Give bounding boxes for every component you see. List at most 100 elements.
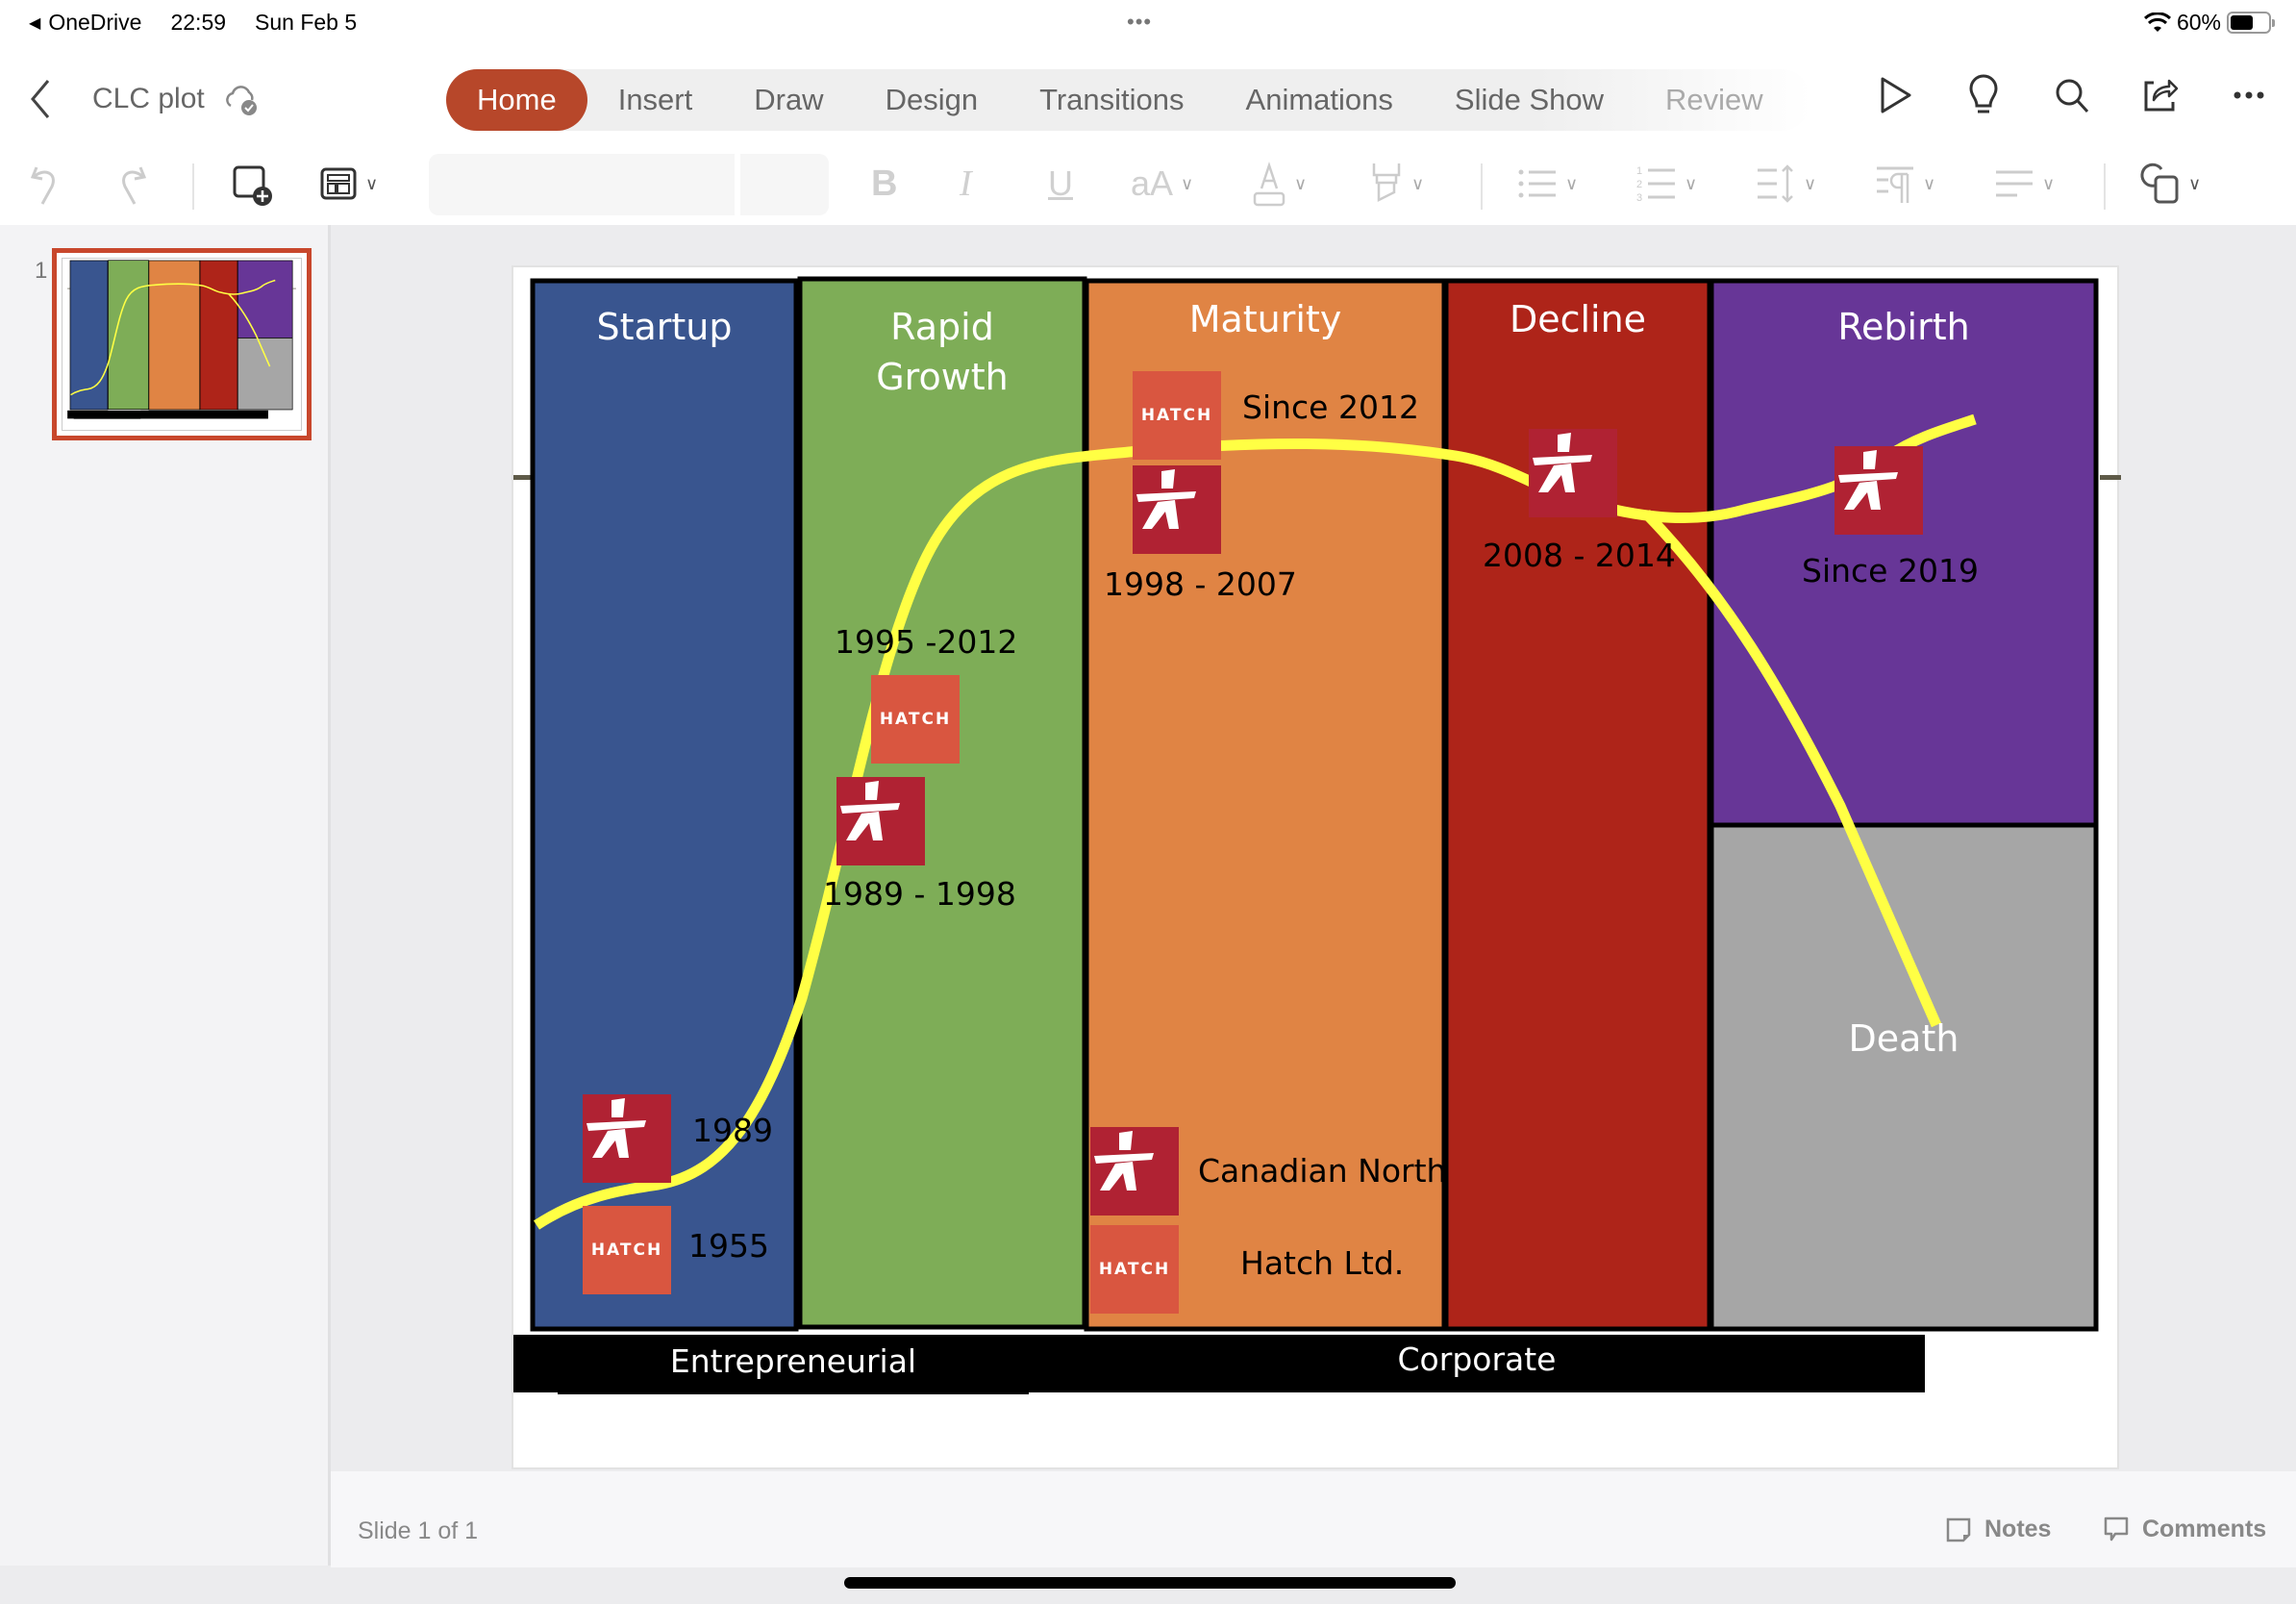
thumb-stage-panel-death bbox=[237, 338, 293, 411]
chevron-down-icon: ∨ bbox=[1923, 173, 1936, 193]
status-date: Sun Feb 5 bbox=[255, 10, 358, 35]
toolbar-divider bbox=[192, 163, 194, 210]
undo-icon bbox=[30, 166, 55, 205]
multitasking-dots-icon[interactable]: ••• bbox=[1127, 10, 1152, 35]
inukshuk-icon bbox=[1533, 433, 1592, 492]
chevron-down-icon: ∨ bbox=[1411, 173, 1425, 193]
highlight-button[interactable]: ∨ bbox=[1369, 160, 1424, 208]
tab-insert[interactable]: Insert bbox=[587, 69, 724, 131]
numbering-button[interactable]: 1 2 3 ∨ bbox=[1636, 160, 1697, 208]
hatch-logo: HATCH bbox=[583, 1206, 671, 1294]
tab-slide-show[interactable]: Slide Show bbox=[1424, 69, 1635, 131]
slide-thumbnail[interactable] bbox=[52, 248, 312, 440]
tab-design[interactable]: Design bbox=[855, 69, 1010, 131]
label-maturity-hatch: Since 2012 bbox=[1242, 388, 1419, 426]
thumb-stage-panel-rebirth bbox=[237, 260, 293, 338]
lightbulb-icon[interactable] bbox=[1963, 73, 2004, 117]
inukshuk-icon bbox=[1838, 450, 1898, 510]
thumb-stage-panel-decline bbox=[199, 260, 238, 411]
thumb-axis-tick-right bbox=[292, 288, 296, 289]
align-button[interactable]: ∨ bbox=[1994, 160, 2055, 208]
battery-percent: 60% bbox=[2176, 10, 2221, 35]
stage-title-startup: Startup bbox=[596, 306, 733, 348]
thumbnail-number: 1 bbox=[35, 258, 48, 284]
document-title[interactable]: CLC plot bbox=[92, 83, 205, 115]
svg-text:3: 3 bbox=[1636, 192, 1642, 204]
highlighter-icon bbox=[1372, 163, 1401, 203]
tab-animations[interactable]: Animations bbox=[1215, 69, 1424, 131]
bold-button[interactable]: B bbox=[871, 160, 897, 208]
back-chevron-icon[interactable] bbox=[21, 75, 60, 123]
redo-button[interactable] bbox=[113, 160, 152, 208]
status-bar: ◀ OneDrive 22:59 Sun Feb 5 ••• 60% bbox=[0, 0, 2296, 46]
slide-count: Slide 1 of 1 bbox=[358, 1517, 479, 1544]
canadian-north-logo bbox=[1133, 465, 1221, 554]
back-app-name[interactable]: OneDrive bbox=[48, 10, 141, 36]
battery-fill bbox=[2231, 15, 2253, 30]
thumb-axis-tick-left bbox=[67, 288, 70, 289]
label-growth-cn: 1989 - 1998 bbox=[823, 875, 1016, 913]
tab-home[interactable]: Home bbox=[446, 69, 587, 131]
hatch-logo: HATCH bbox=[1133, 371, 1221, 460]
back-to-app-icon[interactable]: ◀ bbox=[29, 13, 40, 33]
tab-review[interactable]: Review bbox=[1635, 69, 1794, 131]
share-icon[interactable] bbox=[2140, 73, 2181, 117]
more-icon[interactable] bbox=[2229, 73, 2269, 117]
legend-canadian-north-logo bbox=[1090, 1127, 1179, 1216]
font-size-icon: aA bbox=[1131, 163, 1174, 203]
slide-canvas[interactable]: Startup Rapid Growth Maturity Decline Re… bbox=[512, 265, 2121, 1469]
band-label-corporate: Corporate bbox=[1397, 1341, 1557, 1378]
font-color-button[interactable]: ∨ bbox=[1252, 160, 1307, 208]
canadian-north-logo bbox=[1529, 429, 1617, 517]
label-startup-cn: 1989 bbox=[692, 1112, 773, 1149]
undo-button[interactable] bbox=[25, 160, 63, 208]
comments-label: Comments bbox=[2142, 1516, 2267, 1542]
stage-title-maturity: Maturity bbox=[1188, 298, 1342, 340]
inukshuk-icon bbox=[1136, 469, 1196, 529]
search-icon[interactable] bbox=[2052, 73, 2092, 117]
ribbon-toolbar: ∨ B I U aA ∨ ∨ ∨ ∨ 123 ∨ ∨ ∨ ∨ ∨ bbox=[0, 142, 2296, 225]
redo-icon bbox=[122, 166, 147, 205]
thumb-stage-panel-startup bbox=[69, 260, 109, 411]
chevron-down-icon: ∨ bbox=[1181, 173, 1194, 193]
canadian-north-logo bbox=[836, 777, 925, 865]
notes-icon bbox=[1946, 1517, 1971, 1541]
chevron-down-icon: ∨ bbox=[2042, 173, 2056, 193]
inukshuk-icon bbox=[840, 781, 900, 840]
layout-button[interactable]: ∨ bbox=[319, 160, 378, 208]
paragraph-icon bbox=[1877, 166, 1913, 203]
stage-title-death: Death bbox=[1848, 1017, 1959, 1060]
comments-button[interactable]: Comments bbox=[2104, 1516, 2266, 1543]
thumb-stage-panel-maturity bbox=[148, 260, 201, 411]
footer-bar: Slide 1 of 1 Notes Comments bbox=[331, 1471, 2296, 1567]
cloud-saved-icon[interactable] bbox=[223, 81, 262, 119]
axis-tick-left bbox=[513, 475, 533, 480]
thumbnail-preview bbox=[62, 258, 302, 431]
label-rebirth-cn: Since 2019 bbox=[1802, 552, 1979, 589]
bullets-button[interactable]: ∨ bbox=[1517, 160, 1578, 208]
home-indicator[interactable] bbox=[844, 1577, 1456, 1589]
thumb-band-corporate-fill bbox=[140, 410, 268, 419]
inukshuk-icon bbox=[1094, 1131, 1154, 1190]
svg-text:2: 2 bbox=[1636, 179, 1642, 190]
axis-tick-right bbox=[2100, 475, 2121, 480]
label-maturity-cn: 1998 - 2007 bbox=[1104, 565, 1297, 603]
font-size-adjust-button[interactable]: aA ∨ bbox=[1131, 160, 1193, 208]
line-spacing-icon bbox=[1758, 164, 1793, 203]
new-slide-button[interactable] bbox=[231, 160, 275, 208]
font-name-field[interactable] bbox=[429, 154, 735, 215]
tab-draw[interactable]: Draw bbox=[723, 69, 854, 131]
hatch-logo: HATCH bbox=[871, 675, 960, 764]
paragraph-direction-button[interactable]: ∨ bbox=[1875, 160, 1935, 208]
line-spacing-button[interactable]: ∨ bbox=[1756, 160, 1816, 208]
shapes-button[interactable]: ∨ bbox=[2138, 160, 2201, 208]
font-size-field[interactable] bbox=[740, 154, 829, 215]
underline-button[interactable]: U bbox=[1048, 160, 1073, 208]
play-icon[interactable] bbox=[1875, 73, 1915, 117]
align-left-icon bbox=[1996, 170, 2033, 197]
notes-button[interactable]: Notes bbox=[1946, 1516, 2051, 1543]
stage-panel-death bbox=[1709, 822, 2099, 1332]
tab-transitions[interactable]: Transitions bbox=[1009, 69, 1214, 131]
italic-button[interactable]: I bbox=[960, 160, 972, 208]
toolbar-divider bbox=[1481, 163, 1483, 210]
